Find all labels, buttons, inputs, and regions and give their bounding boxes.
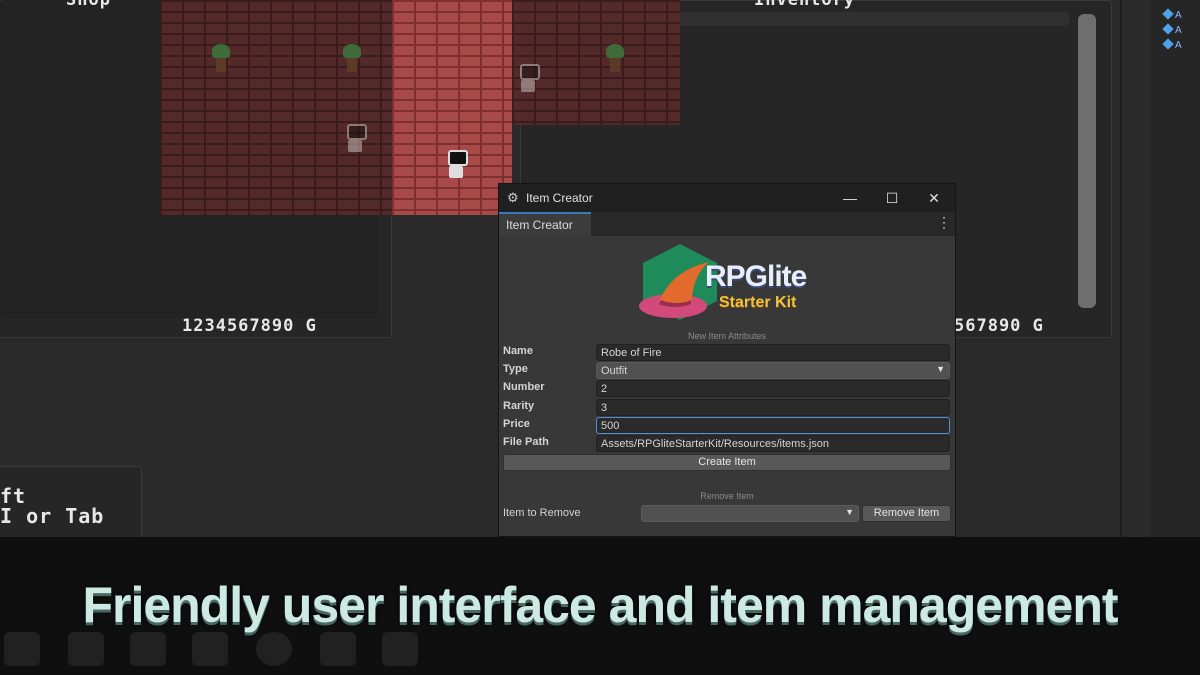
chevron-down-icon: ▼ bbox=[936, 364, 945, 374]
inventory-title: Inventory bbox=[754, 0, 856, 10]
folder-icon bbox=[68, 632, 104, 666]
hierarchy-item[interactable]: A bbox=[1162, 23, 1182, 36]
brick-floor-left bbox=[160, 0, 392, 215]
name-label: Name bbox=[503, 345, 533, 357]
player-sprite bbox=[444, 150, 468, 180]
item-creator-window: ⚙ Item Creator — ☐ ✕ Item Creator ⋮ RPGl… bbox=[498, 183, 956, 537]
price-label: Price bbox=[503, 418, 530, 430]
folder-icon bbox=[4, 632, 40, 666]
type-label: Type bbox=[503, 363, 528, 375]
filepath-label: File Path bbox=[503, 436, 549, 448]
brick-path-highlight bbox=[392, 0, 512, 215]
chevron-down-icon: ▼ bbox=[845, 507, 854, 517]
hierarchy-item[interactable]: A bbox=[1162, 8, 1182, 21]
inventory-scrollbar[interactable] bbox=[1078, 14, 1096, 308]
plant-sprite bbox=[341, 44, 363, 74]
create-item-button[interactable]: Create Item bbox=[503, 454, 951, 471]
asset-icon bbox=[382, 632, 418, 666]
brick-floor-right bbox=[512, 0, 680, 125]
shop-gold-amount: 1234567890 G bbox=[182, 316, 317, 336]
inventory-gold-amount: 567890 G bbox=[954, 316, 1044, 336]
section-title-new-item: New Item Attributes bbox=[687, 331, 767, 341]
minimize-button[interactable]: — bbox=[835, 188, 865, 208]
window-title: Item Creator bbox=[526, 191, 593, 205]
cube-icon bbox=[1162, 8, 1174, 20]
shop-title: Shop bbox=[66, 0, 111, 10]
tab-item-creator[interactable]: Item Creator bbox=[499, 212, 591, 236]
cube-icon bbox=[1162, 23, 1174, 35]
folder-icon bbox=[130, 632, 166, 666]
plant-sprite bbox=[604, 44, 626, 74]
remove-item-button[interactable]: Remove Item bbox=[862, 505, 951, 522]
number-field[interactable]: 2 bbox=[596, 380, 950, 397]
hierarchy-item[interactable]: A bbox=[1162, 38, 1182, 51]
price-field[interactable]: 500 bbox=[596, 417, 950, 434]
close-button[interactable]: ✕ bbox=[919, 188, 949, 208]
logo-subtitle: Starter Kit bbox=[719, 294, 797, 311]
item-to-remove-label: Item to Remove bbox=[503, 507, 581, 519]
number-label: Number bbox=[503, 381, 545, 393]
plant-sprite bbox=[210, 44, 232, 74]
tab-menu-button[interactable]: ⋮ bbox=[937, 214, 951, 231]
maximize-button[interactable]: ☐ bbox=[877, 188, 907, 208]
type-dropdown-value: Outfit bbox=[601, 365, 628, 377]
gear-icon: ⚙ bbox=[507, 190, 519, 205]
item-to-remove-dropdown[interactable]: ▼ bbox=[641, 505, 859, 522]
hierarchy-panel bbox=[1150, 0, 1200, 540]
npc-sprite bbox=[343, 124, 367, 154]
npc-sprite bbox=[516, 64, 540, 94]
rpglite-logo: RPGlite Starter Kit bbox=[637, 240, 827, 326]
cube-icon bbox=[1162, 38, 1174, 50]
soccer-ball-icon bbox=[256, 632, 292, 666]
asset-icon bbox=[192, 632, 228, 666]
type-dropdown[interactable]: Outfit ▼ bbox=[596, 362, 950, 379]
help-text-line: I or Tab bbox=[0, 504, 105, 528]
section-title-remove-item: Remove Item bbox=[700, 491, 754, 501]
rarity-field[interactable]: 3 bbox=[596, 399, 950, 416]
headline: Friendly user interface and item managem… bbox=[82, 577, 1118, 633]
logo-title: RPGlite bbox=[705, 260, 807, 293]
rarity-label: Rarity bbox=[503, 400, 535, 412]
asset-icon bbox=[320, 632, 356, 666]
filepath-field[interactable]: Assets/RPGliteStarterKit/Resources/items… bbox=[596, 435, 950, 452]
name-field[interactable]: Robe of Fire bbox=[596, 344, 950, 361]
